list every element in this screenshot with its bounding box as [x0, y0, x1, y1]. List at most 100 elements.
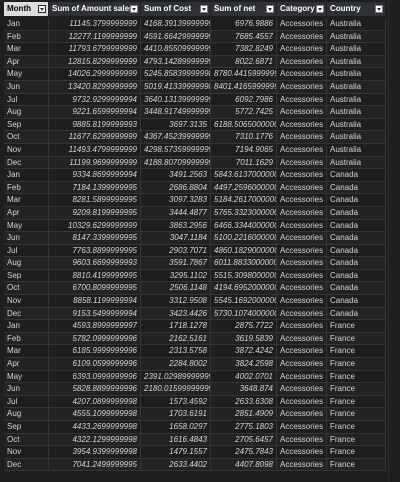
cell-net[interactable]: 5730.10740000001: [211, 307, 277, 320]
cell-category[interactable]: Accessories: [277, 433, 327, 446]
table-row[interactable]: Jul 9732.9299999994 3640.13139999999 6092.7…: [4, 93, 386, 107]
cell-category[interactable]: Accessories: [277, 169, 327, 181]
cell-month[interactable]: Nov: [4, 295, 49, 307]
table-row[interactable]: Apr 6109.0599999996 2284.8002 3824.2598 Acce…: [4, 358, 386, 371]
cell-cost[interactable]: 3295.1102: [141, 269, 211, 282]
cell-country[interactable]: France: [327, 370, 386, 383]
cell-category[interactable]: Accessories: [277, 370, 327, 383]
cell-cost[interactable]: 3047.1184: [141, 232, 211, 244]
table-row[interactable]: Nov 8858.1199999994 3312.9508 5545.16920000…: [4, 295, 386, 308]
cell-amount-sales[interactable]: 12277.1199999999: [49, 30, 141, 43]
cell-net[interactable]: 2705.6457: [211, 433, 277, 446]
table-row[interactable]: Nov 3954.9399999998 1479.1557 2475.7843 Acce…: [4, 446, 386, 459]
cell-category[interactable]: Accessories: [277, 219, 327, 232]
cell-category[interactable]: Accessories: [277, 118, 327, 131]
cell-category[interactable]: Accessories: [277, 181, 327, 194]
cell-cost[interactable]: 4793.14289999999: [141, 55, 211, 68]
cell-amount-sales[interactable]: 11145.3799999999: [49, 18, 141, 30]
table-row[interactable]: Nov 11493.4799999999 4298.57359999999 7194.…: [4, 143, 386, 157]
cell-country[interactable]: Australia: [327, 93, 386, 106]
cell-month[interactable]: Sep: [4, 421, 49, 433]
cell-month[interactable]: Aug: [4, 408, 49, 420]
cell-amount-sales[interactable]: 4207.0899999998: [49, 395, 141, 408]
cell-month[interactable]: Jul: [4, 93, 49, 106]
cell-month[interactable]: Nov: [4, 446, 49, 458]
cell-country[interactable]: France: [327, 433, 386, 446]
cell-month[interactable]: Apr: [4, 55, 49, 68]
header-country[interactable]: Country: [327, 2, 386, 16]
cell-net[interactable]: 4497.25960000001: [211, 181, 277, 194]
cell-amount-sales[interactable]: 11793.6799999999: [49, 43, 141, 55]
table-row[interactable]: Aug 4555.1099999998 1703.6191 2851.4909 Acce…: [4, 408, 386, 421]
cell-category[interactable]: Accessories: [277, 458, 327, 471]
cell-net[interactable]: 6011.88330000001: [211, 257, 277, 269]
cell-net[interactable]: 5843.61370000001: [211, 169, 277, 181]
cell-category[interactable]: Accessories: [277, 446, 327, 458]
table-row[interactable]: Dec 9153.5499999994 3423.4426 5730.10740000…: [4, 307, 386, 321]
cell-net[interactable]: 4860.18290000001: [211, 244, 277, 257]
cell-amount-sales[interactable]: 9209.8199999995: [49, 206, 141, 219]
cell-category[interactable]: Accessories: [277, 143, 327, 156]
cell-country[interactable]: Canada: [327, 219, 386, 232]
cell-month[interactable]: Dec: [4, 458, 49, 471]
cell-net[interactable]: 5100.22160000001: [211, 232, 277, 244]
table-row[interactable]: May 6393.0999999996 2391.02989999999 4002.0…: [4, 370, 386, 384]
cell-amount-sales[interactable]: 3954.9399999998: [49, 446, 141, 458]
cell-net[interactable]: 7194.9065: [211, 143, 277, 156]
cell-cost[interactable]: 4188.80709999999: [141, 156, 211, 169]
cell-amount-sales[interactable]: 13420.8299999999: [49, 80, 141, 93]
cell-amount-sales[interactable]: 9334.8699999994: [49, 169, 141, 181]
cell-country[interactable]: France: [327, 320, 386, 332]
cell-country[interactable]: Australia: [327, 55, 386, 68]
table-row[interactable]: Feb 7184.1399999995 2686.8804 4497.25960000…: [4, 181, 386, 195]
cell-amount-sales[interactable]: 8810.4199999995: [49, 269, 141, 282]
cell-category[interactable]: Accessories: [277, 383, 327, 395]
cell-cost[interactable]: 2162.5161: [141, 332, 211, 345]
table-row[interactable]: Apr 9209.8199999995 3444.4877 5765.33230000…: [4, 206, 386, 220]
filter-dropdown-icon[interactable]: [200, 5, 208, 13]
cell-category[interactable]: Accessories: [277, 282, 327, 295]
table-row[interactable]: Oct 11677.6299999999 4367.45239999999 7310.…: [4, 131, 386, 144]
cell-country[interactable]: Canada: [327, 282, 386, 295]
table-row[interactable]: Jan 4593.8999999997 1718.1278 2875.7722 Acce…: [4, 320, 386, 333]
cell-amount-sales[interactable]: 14026.2999999999: [49, 68, 141, 80]
cell-month[interactable]: Jul: [4, 395, 49, 408]
table-row[interactable]: Sep 9885.8199999993 3697.3135 6188.50650000…: [4, 118, 386, 132]
cell-month[interactable]: Jan: [4, 169, 49, 181]
cell-category[interactable]: Accessories: [277, 43, 327, 55]
cell-country[interactable]: France: [327, 358, 386, 370]
cell-cost[interactable]: 5019.41339999998: [141, 80, 211, 93]
cell-cost[interactable]: 1479.1557: [141, 446, 211, 458]
cell-amount-sales[interactable]: 6393.0999999996: [49, 370, 141, 383]
cell-amount-sales[interactable]: 11493.4799999999: [49, 143, 141, 156]
cell-country[interactable]: Australia: [327, 18, 386, 30]
header-month[interactable]: Month: [4, 2, 49, 16]
cell-country[interactable]: Canada: [327, 269, 386, 282]
cell-cost[interactable]: 3491.2563: [141, 169, 211, 181]
cell-month[interactable]: May: [4, 370, 49, 383]
cell-net[interactable]: 8780.44159999999: [211, 68, 277, 80]
cell-country[interactable]: Australia: [327, 118, 386, 131]
table-row[interactable]: Dec 11199.9699999999 4188.80709999999 7011.…: [4, 156, 386, 170]
cell-amount-sales[interactable]: 9153.5499999994: [49, 307, 141, 320]
cell-category[interactable]: Accessories: [277, 421, 327, 433]
cell-amount-sales[interactable]: 12815.8299999999: [49, 55, 141, 68]
cell-cost[interactable]: 4298.57359999999: [141, 143, 211, 156]
cell-category[interactable]: Accessories: [277, 408, 327, 420]
cell-country[interactable]: France: [327, 421, 386, 433]
cell-category[interactable]: Accessories: [277, 269, 327, 282]
cell-amount-sales[interactable]: 6700.8099999995: [49, 282, 141, 295]
cell-cost[interactable]: 3448.91749999999: [141, 106, 211, 118]
cell-net[interactable]: 6466.33440000001: [211, 219, 277, 232]
header-sum-of-amount-sales[interactable]: Sum of Amount sales: [49, 2, 141, 16]
cell-month[interactable]: Dec: [4, 156, 49, 169]
cell-cost[interactable]: 3423.4426: [141, 307, 211, 320]
cell-amount-sales[interactable]: 11199.9699999999: [49, 156, 141, 169]
cell-country[interactable]: Canada: [327, 169, 386, 181]
cell-cost[interactable]: 2506.1148: [141, 282, 211, 295]
cell-cost[interactable]: 2313.5758: [141, 345, 211, 358]
cell-country[interactable]: Australia: [327, 80, 386, 93]
cell-country[interactable]: France: [327, 395, 386, 408]
cell-month[interactable]: Oct: [4, 131, 49, 143]
cell-country[interactable]: Australia: [327, 43, 386, 55]
